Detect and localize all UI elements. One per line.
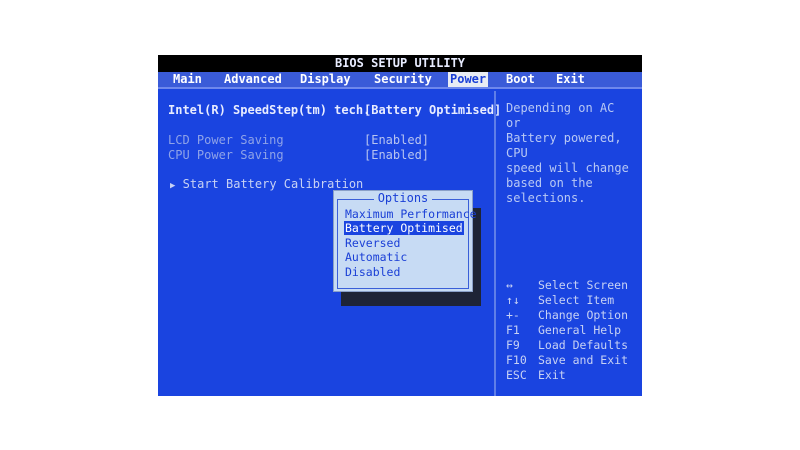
help-line: Depending on AC or	[506, 101, 615, 130]
key-action: Select Item	[538, 293, 615, 307]
key-esc: ESC	[506, 368, 527, 382]
option-maximum-performance[interactable]: Maximum Performance	[344, 207, 478, 221]
triangle-right-icon: ▶	[170, 181, 176, 191]
cpu-power-saving-value: [Enabled]	[364, 148, 430, 162]
key-action: General Help	[538, 323, 622, 337]
key-f10: F10	[506, 353, 527, 367]
option-reversed[interactable]: Reversed	[344, 236, 401, 250]
key-legend-row: ESC Exit	[506, 368, 566, 382]
option-disabled[interactable]: Disabled	[344, 265, 401, 279]
help-line: Battery powered, CPU	[506, 131, 622, 160]
help-text: Depending on AC or Battery powered, CPU …	[506, 101, 636, 206]
submenu-label: Start Battery Calibration	[182, 177, 364, 191]
tab-power[interactable]: Power	[448, 72, 489, 87]
key-legend-row: +- Change Option	[506, 308, 628, 322]
key-legend-row: ↔ Select Screen	[506, 278, 628, 292]
key-f9: F9	[506, 338, 520, 352]
help-line: speed will change	[506, 161, 629, 175]
key-legend-row: F9 Load Defaults	[506, 338, 628, 352]
options-popup: Options Maximum Performance Battery Opti…	[333, 190, 477, 292]
popup-title-text: Options	[373, 191, 433, 205]
menu-bar: Main Advanced Display Security Power Boo…	[158, 72, 642, 89]
key-action: Exit	[538, 368, 566, 382]
key-legend-row: F10 Save and Exit	[506, 353, 628, 367]
key-action: Save and Exit	[538, 353, 629, 367]
submenu-battery-calibration[interactable]: ▶ Start Battery Calibration	[170, 177, 363, 191]
tab-advanced[interactable]: Advanced	[222, 72, 284, 87]
help-pane: Depending on AC or Battery powered, CPU …	[496, 91, 642, 396]
lcd-power-saving-label: LCD Power Saving	[168, 133, 284, 147]
tab-boot[interactable]: Boot	[504, 72, 537, 87]
key-legend-row: F1 General Help	[506, 323, 621, 337]
speedstep-label[interactable]: Intel(R) SpeedStep(tm) tech.	[168, 103, 370, 117]
key-action: Change Option	[538, 308, 629, 322]
tab-security[interactable]: Security	[372, 72, 434, 87]
tab-main[interactable]: Main	[171, 72, 204, 87]
option-battery-optimised[interactable]: Battery Optimised	[344, 221, 464, 235]
popup-title: Options	[334, 191, 472, 206]
option-automatic[interactable]: Automatic	[344, 250, 408, 264]
up-down-arrow-icon: ↑↓	[506, 293, 520, 307]
left-right-arrow-icon: ↔	[506, 278, 513, 292]
help-line: selections.	[506, 191, 586, 205]
lcd-power-saving-value: [Enabled]	[364, 133, 430, 147]
key-action: Load Defaults	[538, 338, 629, 352]
speedstep-value[interactable]: [Battery Optimised]	[364, 103, 501, 117]
key-f1: F1	[506, 323, 520, 337]
plus-minus-icon: +-	[506, 308, 520, 322]
tab-display[interactable]: Display	[298, 72, 353, 87]
cpu-power-saving-label: CPU Power Saving	[168, 148, 284, 162]
bios-screen: BIOS SETUP UTILITY Main Advanced Display…	[158, 55, 642, 396]
tab-exit[interactable]: Exit	[554, 72, 587, 87]
bios-title: BIOS SETUP UTILITY	[158, 55, 642, 72]
key-legend-row: ↑↓ Select Item	[506, 293, 614, 307]
key-action: Select Screen	[538, 278, 629, 292]
help-line: based on the	[506, 176, 593, 190]
